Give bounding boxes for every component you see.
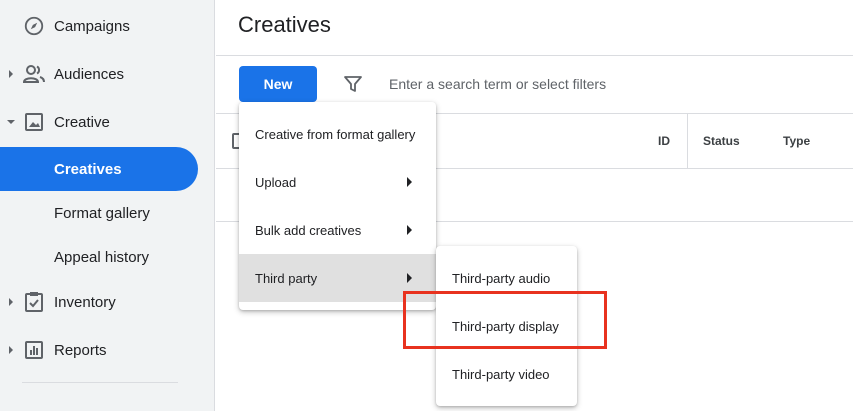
caret-down-icon[interactable] [6,117,16,127]
sidebar-divider [22,382,178,383]
clipboard-check-icon [22,290,46,314]
column-header-id[interactable]: ID [658,134,670,148]
caret-right-icon[interactable] [6,297,16,307]
sidebar-item-label: Creative [54,113,110,131]
menu-item-label: Third-party audio [452,270,551,286]
sidebar-item-label: Appeal history [54,248,150,266]
sidebar-item-audiences[interactable]: Audiences [0,54,215,94]
column-separator [687,114,688,168]
sidebar-item-label: Inventory [54,293,116,311]
sidebar-item-label: Audiences [54,65,125,83]
bar-chart-icon [22,338,46,362]
menu-item-third-party-video[interactable]: Third-party video [436,350,577,398]
menu-item-label: Bulk add creatives [255,222,362,238]
sidebar-item-label: Reports [54,341,107,359]
menu-item-bulk-add-creatives[interactable]: Bulk add creatives [239,206,436,254]
people-icon [22,62,46,86]
menu-item-upload[interactable]: Upload [239,158,436,206]
caret-right-icon[interactable] [6,69,16,79]
new-menu: Creative from format gallery Upload Bulk… [239,102,436,310]
compass-icon [22,14,46,38]
sidebar-item-reports[interactable]: Reports [0,330,215,370]
new-button[interactable]: New [239,66,317,102]
sidebar-item-campaigns[interactable]: Campaigns [0,6,215,46]
caret-right-icon[interactable] [6,345,16,355]
menu-item-label: Third-party video [452,366,550,382]
sidebar-item-inventory[interactable]: Inventory [0,282,215,322]
menu-item-label: Creative from format gallery [255,126,416,142]
submenu-arrow-icon [407,177,412,187]
sidebar: Campaigns Audiences Creative Creatives F… [0,0,215,411]
sidebar-item-creative[interactable]: Creative [0,102,215,142]
sidebar-item-appeal-history[interactable]: Appeal history [0,237,215,277]
sidebar-item-format-gallery[interactable]: Format gallery [0,193,215,233]
annotation-highlight-box [403,291,607,349]
page-title: Creatives [238,12,331,37]
filter-icon[interactable] [342,73,364,95]
column-header-type[interactable]: Type [783,134,810,148]
column-header-status[interactable]: Status [703,134,740,148]
sidebar-item-label: Format gallery [54,204,150,222]
title-divider [216,55,853,56]
submenu-arrow-icon [407,225,412,235]
submenu-arrow-icon [407,273,412,283]
sidebar-item-label: Creatives [54,160,122,178]
image-icon [22,110,46,134]
menu-item-creative-from-format-gallery[interactable]: Creative from format gallery [239,110,436,158]
menu-item-label: Upload [255,174,297,190]
sidebar-item-label: Campaigns [54,17,130,35]
search-input[interactable] [380,70,840,98]
menu-item-label: Third party [255,270,318,286]
sidebar-item-creatives[interactable]: Creatives [0,147,198,191]
